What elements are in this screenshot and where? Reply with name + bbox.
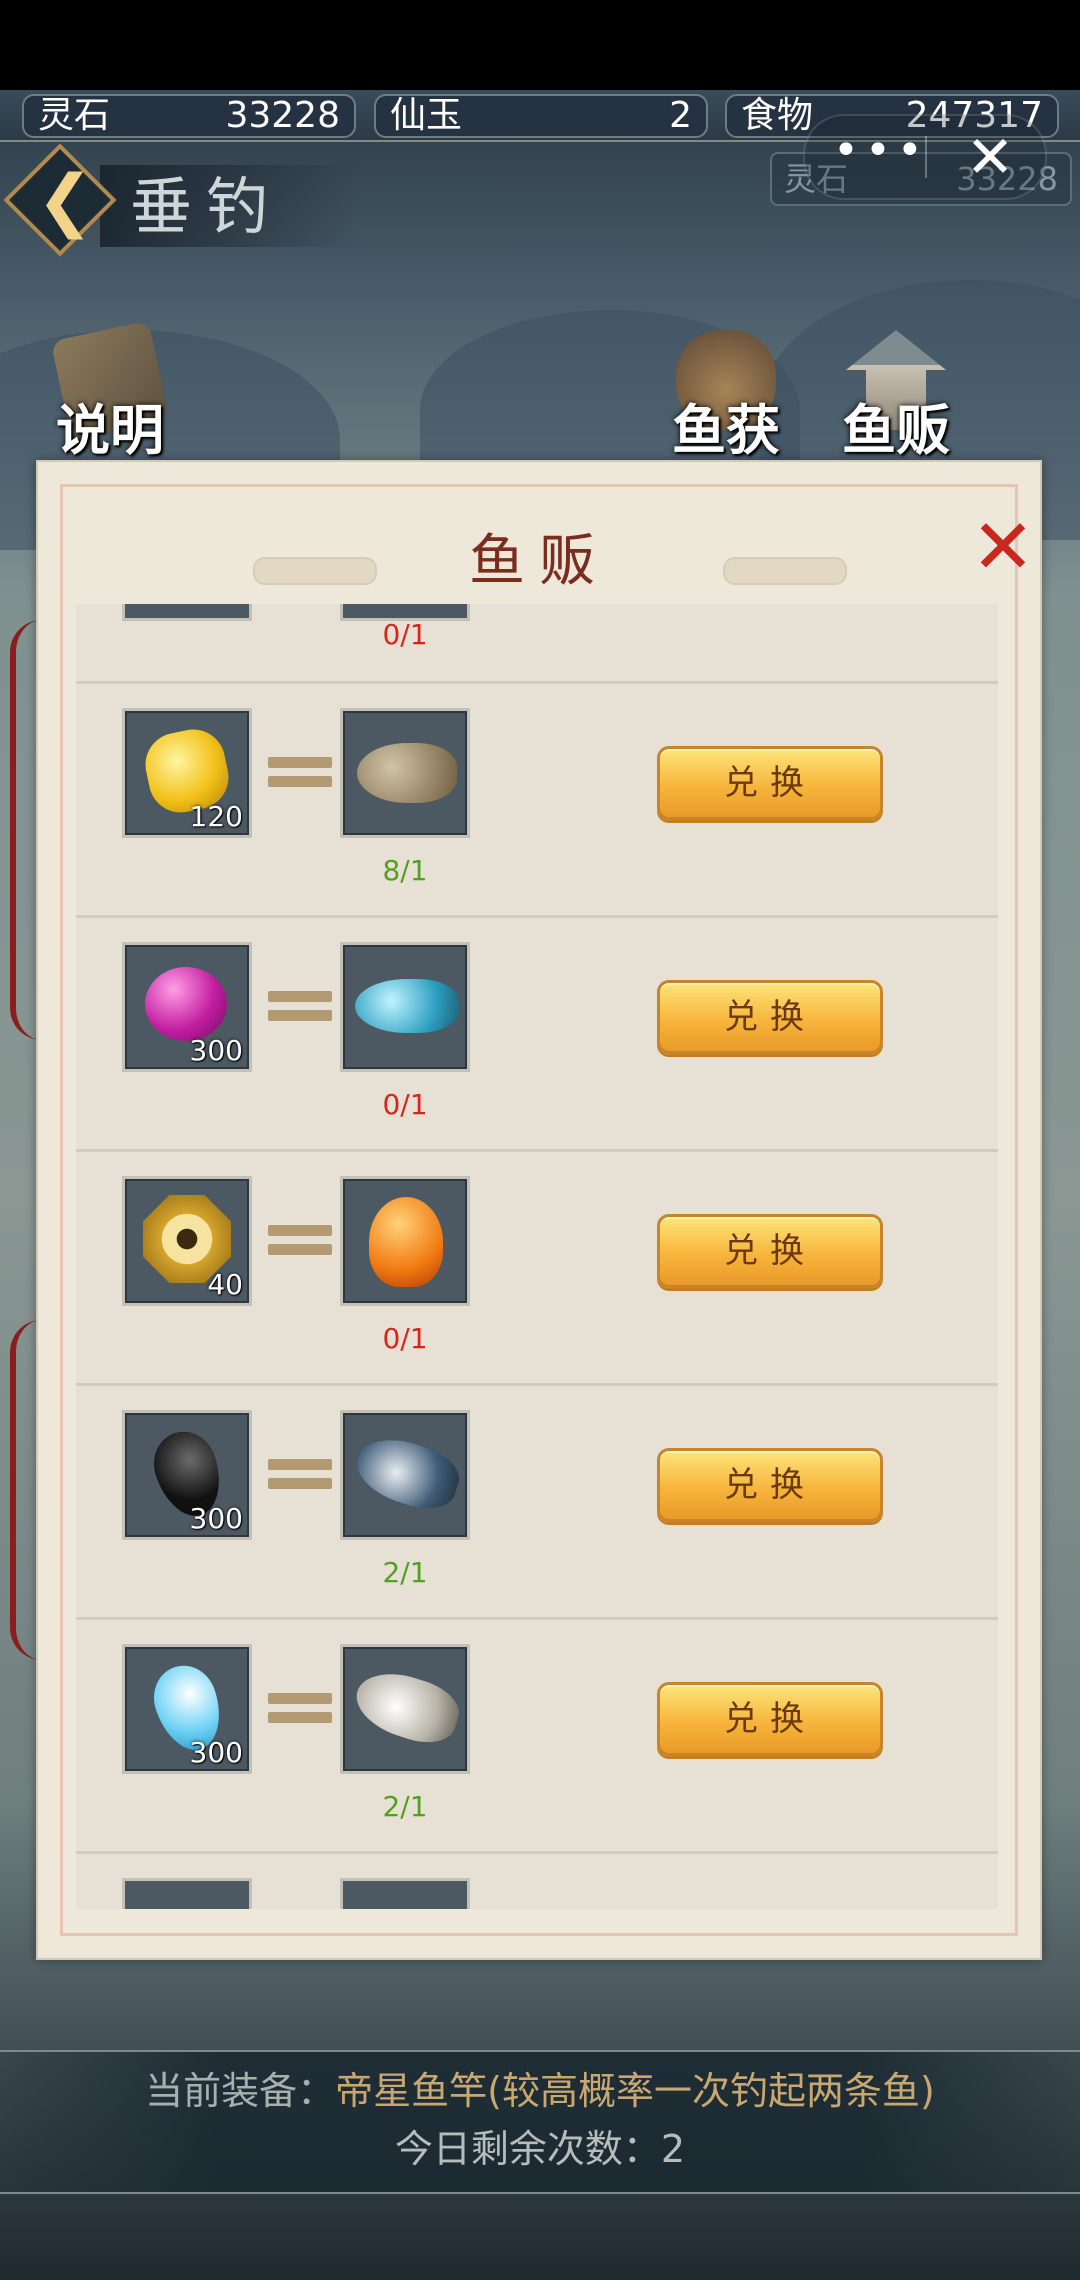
exchange-row: 300 2/1 兑换 [76, 1617, 998, 1854]
fish-slot[interactable] [340, 708, 470, 838]
item-slot[interactable]: 120 [122, 708, 252, 838]
equipment-label: 当前装备： [145, 2069, 336, 2113]
fish-slot[interactable] [340, 1176, 470, 1306]
miniprogram-capsule: ••• ✕ [803, 114, 1047, 200]
catch-label: 鱼获 [672, 398, 780, 462]
catch-button[interactable]: 鱼获 [666, 330, 786, 460]
equals-icon [268, 991, 332, 1021]
progress-text: 8/1 [382, 854, 428, 887]
resource-spirit-stone: 灵石 33228 [22, 94, 356, 138]
fish-slot-partial [340, 1878, 470, 1909]
progress-text: 2/1 [382, 1556, 428, 1589]
resource-value: 33228 [225, 95, 340, 136]
exchange-row: 120 8/1 兑换 [76, 681, 998, 918]
exchange-button[interactable]: 兑换 [657, 1214, 883, 1288]
progress-text: 0/1 [382, 1322, 428, 1355]
fishmonger-button[interactable]: 鱼贩 [836, 330, 956, 460]
progress-text: 0/1 [382, 618, 428, 651]
purple-pearl-icon [145, 967, 227, 1041]
item-slot[interactable]: 300 [122, 1644, 252, 1774]
item-slot[interactable]: 300 [122, 942, 252, 1072]
back-arrow-icon[interactable]: ❮ [30, 166, 100, 236]
item-slot-partial [122, 1878, 252, 1909]
blue-fish-icon [355, 979, 459, 1033]
fishmonger-dialog: 鱼贩 ✕ 0/1 120 8/1 兑换 300 0/1 兑换 40 0/1 兑换… [36, 460, 1042, 1960]
close-miniprogram-icon[interactable]: ✕ [955, 124, 1025, 190]
item-quantity: 120 [189, 800, 243, 833]
resource-label: 仙玉 [390, 95, 463, 136]
item-quantity: 300 [189, 1502, 243, 1535]
exchange-row: 300 2/1 兑换 [76, 1383, 998, 1620]
fish-slot[interactable] [340, 1410, 470, 1540]
item-quantity: 300 [189, 1034, 243, 1067]
dialog-title: 鱼贩 [469, 529, 609, 594]
fishing-screen: 灵石 33228 仙玉 2 食物 247317 灵石 33228 ••• ✕ ❮… [0, 0, 1080, 2280]
progress-text: 0/1 [382, 1088, 428, 1121]
more-icon[interactable]: ••• [833, 129, 923, 178]
progress-text: 2/1 [382, 1790, 428, 1823]
item-slot[interactable]: 40 [122, 1176, 252, 1306]
fish-slot[interactable] [340, 1644, 470, 1774]
item-slot[interactable]: 300 [122, 1410, 252, 1540]
partial-row-top: 0/1 [76, 604, 998, 684]
fish-slot[interactable] [340, 942, 470, 1072]
white-perch-icon [348, 1662, 466, 1752]
partial-row-bottom [76, 1851, 998, 1909]
resource-label: 灵石 [38, 95, 111, 136]
equipment-line: 当前装备：帝星鱼竿(较高概率一次钓起两条鱼) [0, 2066, 1080, 2116]
bass-fish-icon [348, 1428, 466, 1518]
resource-value: 2 [669, 95, 692, 136]
item-quantity: 300 [189, 1736, 243, 1769]
equipment-info-bar: 当前装备：帝星鱼竿(较高概率一次钓起两条鱼) 今日剩余次数：2 [0, 2050, 1080, 2194]
page-title: 垂钓 [130, 170, 283, 243]
remaining-attempts: 今日剩余次数：2 [394, 2127, 686, 2171]
equals-icon [268, 1459, 332, 1489]
exchange-button[interactable]: 兑换 [657, 746, 883, 820]
exchange-list[interactable]: 0/1 120 8/1 兑换 300 0/1 兑换 40 0/1 兑换 300 … [76, 604, 998, 1909]
equals-icon [268, 1693, 332, 1723]
instructions-button[interactable]: 说明 [50, 320, 170, 460]
equipment-value: 帝星鱼竿(较高概率一次钓起两条鱼) [335, 2069, 935, 2113]
close-dialog-icon[interactable]: ✕ [968, 509, 1038, 585]
exchange-row: 40 0/1 兑换 [76, 1149, 998, 1386]
goldfish-icon [369, 1197, 443, 1287]
instructions-label: 说明 [56, 398, 164, 462]
capsule-divider [925, 136, 927, 178]
item-slot-partial [122, 604, 252, 621]
resource-jade: 仙玉 2 [374, 94, 708, 138]
equals-icon [268, 757, 332, 787]
fishmonger-label: 鱼贩 [842, 398, 950, 462]
exchange-row: 300 0/1 兑换 [76, 915, 998, 1152]
equals-icon [268, 1225, 332, 1255]
exchange-button[interactable]: 兑换 [657, 1682, 883, 1756]
item-quantity: 40 [207, 1268, 243, 1301]
exchange-button[interactable]: 兑换 [657, 980, 883, 1054]
exchange-button[interactable]: 兑换 [657, 1448, 883, 1522]
carp-fish-icon [357, 743, 457, 803]
resource-label: 食物 [741, 95, 814, 136]
